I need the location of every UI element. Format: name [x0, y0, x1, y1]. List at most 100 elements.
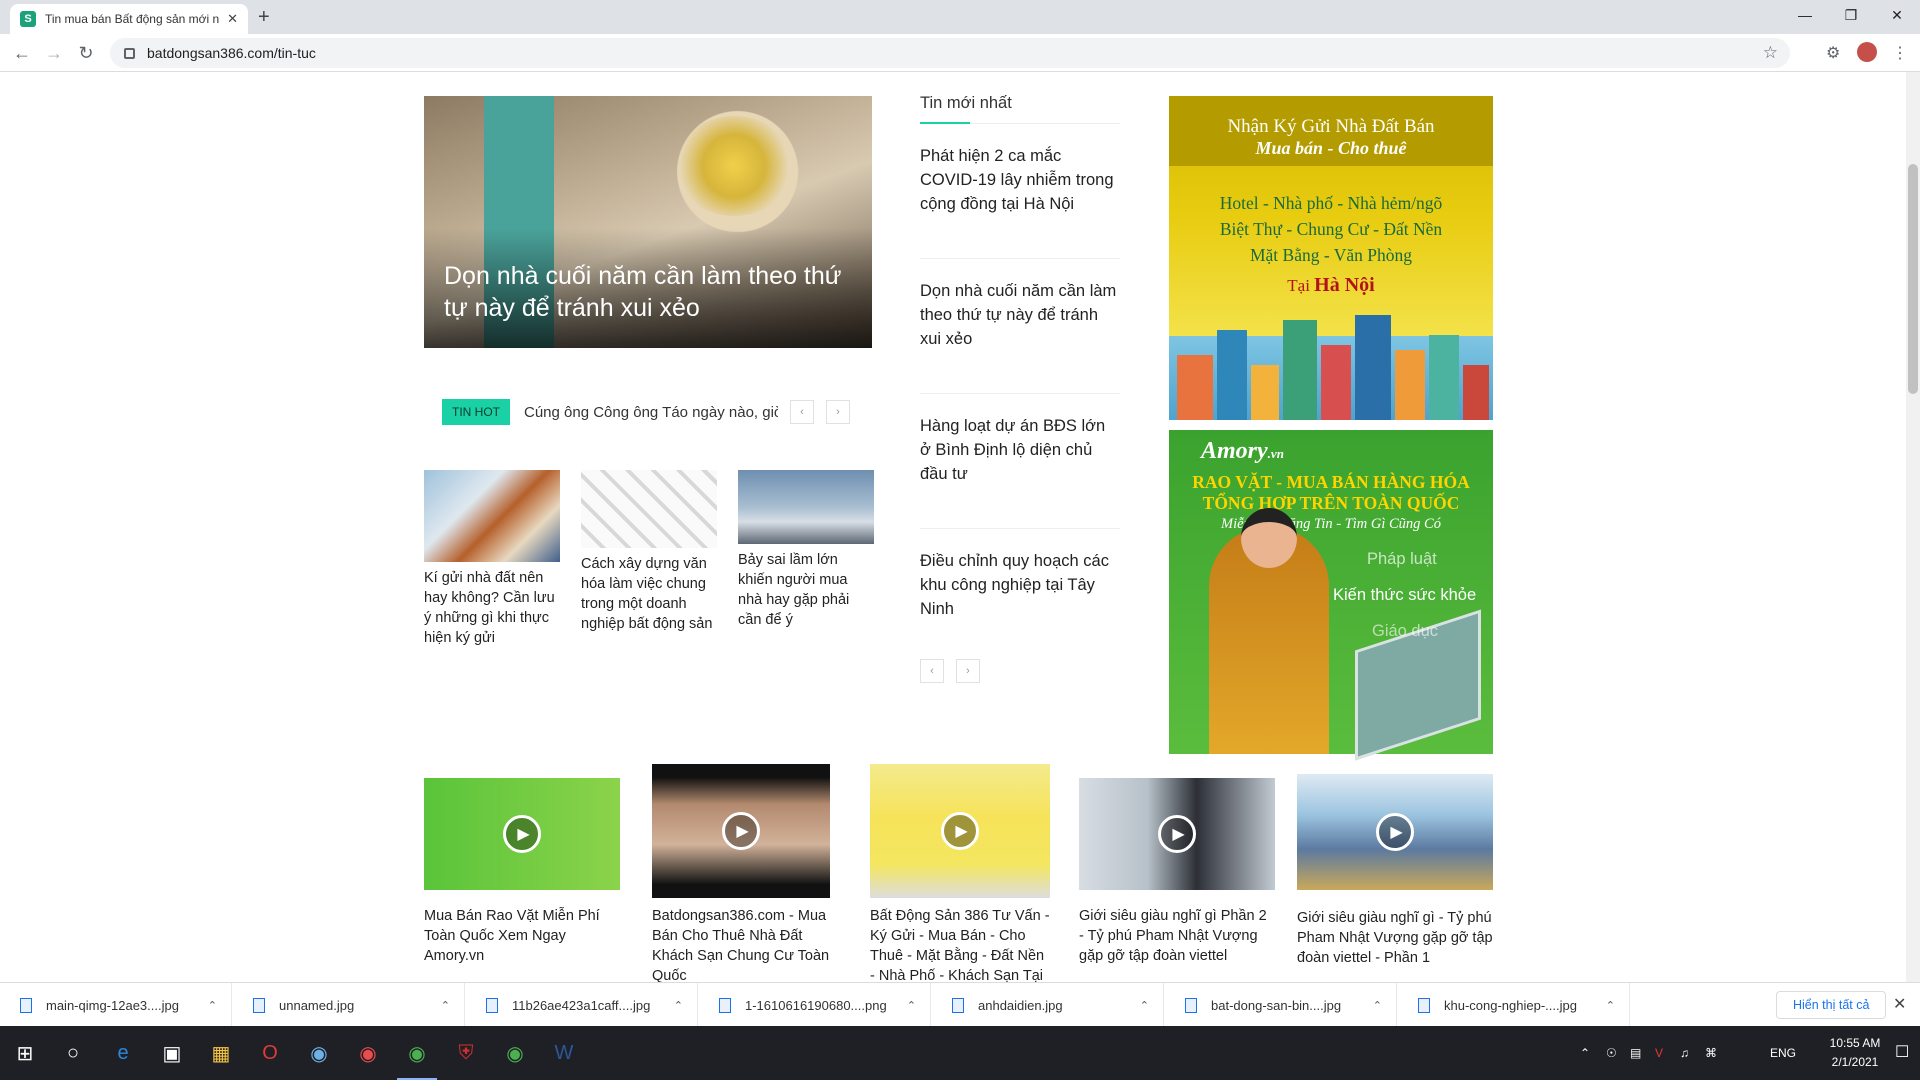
- chrome-profile-icon[interactable]: ◉: [500, 1038, 530, 1068]
- scrollbar-thumb[interactable]: [1908, 164, 1918, 394]
- camera-app-icon[interactable]: ◉: [304, 1038, 334, 1068]
- download-item[interactable]: bat-dong-san-bin....jpg ⌃: [1165, 983, 1397, 1027]
- video-thumbnail[interactable]: ▶: [870, 764, 1050, 898]
- forward-icon[interactable]: →: [41, 40, 67, 66]
- chevron-up-icon[interactable]: ⌃: [441, 999, 450, 1012]
- article-caption[interactable]: Kí gửi nhà đất nên hay không? Cần lưu ý …: [424, 568, 560, 648]
- close-downloads-icon[interactable]: ✕: [1893, 994, 1906, 1014]
- unikey-tray-icon[interactable]: V: [1655, 1046, 1663, 1060]
- video-caption[interactable]: Bất Động Sản 386 Tư Vấn - Ký Gửi - Mua B…: [870, 906, 1050, 982]
- back-icon[interactable]: ←: [9, 40, 35, 66]
- download-filename[interactable]: bat-dong-san-bin....jpg: [1211, 998, 1373, 1013]
- video-thumbnail[interactable]: ▶: [424, 778, 620, 890]
- address-bar[interactable]: batdongsan386.com/tin-tuc ☆: [110, 38, 1790, 68]
- video-caption[interactable]: Mua Bán Rao Vặt Miễn Phí Toàn Quốc Xem N…: [424, 906, 620, 966]
- ticker-headline[interactable]: Cúng ông Công ông Táo ngày nào, giờ nào …: [524, 404, 778, 421]
- chevron-up-icon[interactable]: ⌃: [1373, 999, 1382, 1012]
- close-window-icon[interactable]: ✕: [1874, 0, 1920, 30]
- network-tray-icon[interactable]: ▤: [1630, 1046, 1641, 1060]
- video-card[interactable]: ▶ Giới siêu giàu nghĩ gì - Tỷ phú Pham N…: [1297, 772, 1493, 968]
- chevron-up-icon[interactable]: ⌃: [208, 999, 217, 1012]
- article-thumbnail[interactable]: [424, 470, 560, 562]
- video-thumbnail[interactable]: ▶: [1079, 778, 1275, 890]
- page-scrollbar[interactable]: [1906, 72, 1920, 982]
- play-icon[interactable]: ▶: [1158, 815, 1196, 853]
- new-tab-button[interactable]: +: [258, 6, 270, 29]
- restore-icon[interactable]: ❐: [1828, 0, 1874, 30]
- article-thumbnail[interactable]: [738, 470, 874, 544]
- download-filename[interactable]: unnamed.jpg: [279, 998, 441, 1013]
- show-all-downloads-button[interactable]: Hiển thị tất cả: [1776, 991, 1887, 1019]
- article-caption[interactable]: Cách xây dựng văn hóa làm việc chung tro…: [581, 554, 717, 634]
- url-text[interactable]: batdongsan386.com/tin-tuc: [147, 45, 316, 61]
- featured-article[interactable]: Dọn nhà cuối năm cần làm theo thứ tự này…: [424, 96, 872, 348]
- chevron-up-icon[interactable]: ⌃: [674, 999, 683, 1012]
- chevron-up-icon[interactable]: ⌃: [1140, 999, 1149, 1012]
- download-filename[interactable]: khu-cong-nghiep-....jpg: [1444, 998, 1606, 1013]
- video-card[interactable]: ▶ Mua Bán Rao Vặt Miễn Phí Toàn Quốc Xem…: [424, 772, 620, 966]
- download-filename[interactable]: main-qimg-12ae3....jpg: [46, 998, 208, 1013]
- chevron-up-icon[interactable]: ⌃: [907, 999, 916, 1012]
- play-icon[interactable]: ▶: [503, 815, 541, 853]
- search-icon[interactable]: ○: [58, 1038, 88, 1068]
- edge-icon[interactable]: e: [108, 1038, 138, 1068]
- video-caption[interactable]: Giới siêu giàu nghĩ gì Phần 2 - Tỷ phú P…: [1079, 906, 1275, 966]
- security-tray-icon[interactable]: ☉: [1606, 1046, 1617, 1060]
- latest-prev-button[interactable]: ‹: [920, 659, 944, 683]
- latest-next-button[interactable]: ›: [956, 659, 980, 683]
- video-card[interactable]: ▶ Batdongsan386.com - Mua Bán Cho Thuê N…: [652, 764, 830, 982]
- antivirus-icon[interactable]: ⛨: [451, 1038, 481, 1068]
- reload-icon[interactable]: ↻: [73, 40, 99, 66]
- menu-icon[interactable]: ⋮: [1892, 43, 1908, 63]
- video-card[interactable]: ▶ Bất Động Sản 386 Tư Vấn - Ký Gửi - Mua…: [870, 764, 1050, 982]
- notification-icon[interactable]: ☐: [1895, 1042, 1909, 1062]
- lock-icon[interactable]: [124, 47, 135, 59]
- opera-icon[interactable]: O: [255, 1038, 285, 1068]
- latest-item[interactable]: Hàng loạt dự án BĐS lớn ở Bình Định lộ d…: [920, 394, 1120, 529]
- bookmark-star-icon[interactable]: ☆: [1763, 43, 1778, 63]
- volume-icon[interactable]: ♫: [1680, 1046, 1689, 1060]
- download-filename[interactable]: 1-1610616190680....png: [745, 998, 907, 1013]
- store-icon[interactable]: ▣: [157, 1038, 187, 1068]
- ticker-prev-button[interactable]: ‹: [790, 400, 814, 424]
- wifi-icon[interactable]: ⌘: [1705, 1046, 1717, 1060]
- featured-title[interactable]: Dọn nhà cuối năm cần làm theo thứ tự này…: [444, 260, 864, 324]
- play-icon[interactable]: ▶: [941, 812, 979, 850]
- language-indicator[interactable]: ENG: [1770, 1046, 1796, 1060]
- play-icon[interactable]: ▶: [1376, 813, 1414, 851]
- amory-ad-banner[interactable]: Amory.vn RAO VẶT - MUA BÁN HÀNG HÓA TỔNG…: [1169, 430, 1493, 761]
- download-item[interactable]: 1-1610616190680....png ⌃: [699, 983, 931, 1027]
- video-thumbnail[interactable]: ▶: [1297, 774, 1493, 890]
- windows-start-icon[interactable]: ⊞: [10, 1038, 40, 1068]
- video-card[interactable]: ▶ Giới siêu giàu nghĩ gì Phần 2 - Tỷ phú…: [1079, 772, 1275, 966]
- video-thumbnail[interactable]: ▶: [652, 764, 830, 898]
- tray-chevron-icon[interactable]: ⌃: [1580, 1046, 1590, 1060]
- video-caption[interactable]: Giới siêu giàu nghĩ gì - Tỷ phú Pham Nhậ…: [1297, 908, 1493, 968]
- latest-item[interactable]: Dọn nhà cuối năm cần làm theo thứ tự này…: [920, 259, 1120, 394]
- chat-app-icon[interactable]: ◉: [353, 1038, 383, 1068]
- profile-avatar[interactable]: [1857, 42, 1877, 62]
- chrome-icon[interactable]: ◉: [402, 1038, 432, 1068]
- download-item[interactable]: main-qimg-12ae3....jpg ⌃: [0, 983, 232, 1027]
- latest-item[interactable]: Điều chỉnh quy hoạch các khu công nghiệp…: [920, 529, 1120, 641]
- download-item[interactable]: anhdaidien.jpg ⌃: [932, 983, 1164, 1027]
- download-item[interactable]: khu-cong-nghiep-....jpg ⌃: [1398, 983, 1630, 1027]
- mini-article[interactable]: Kí gửi nhà đất nên hay không? Cần lưu ý …: [424, 470, 560, 648]
- word-icon[interactable]: W: [549, 1038, 579, 1068]
- download-item[interactable]: 11b26ae423a1caff....jpg ⌃: [466, 983, 698, 1027]
- download-filename[interactable]: 11b26ae423a1caff....jpg: [512, 998, 674, 1013]
- play-icon[interactable]: ▶: [722, 812, 760, 850]
- extensions-icon[interactable]: ⚙: [1826, 43, 1840, 63]
- consignment-ad-banner[interactable]: Nhận Ký Gửi Nhà Đất Bán Mua bán - Cho th…: [1169, 96, 1493, 420]
- browser-tab[interactable]: S Tin mua bán Bất động sản mới nhất ✕: [10, 4, 248, 34]
- download-filename[interactable]: anhdaidien.jpg: [978, 998, 1140, 1013]
- file-explorer-icon[interactable]: ▦: [206, 1038, 236, 1068]
- latest-item[interactable]: Phát hiện 2 ca mắc COVID-19 lây nhiễm tr…: [920, 124, 1120, 259]
- ticker-next-button[interactable]: ›: [826, 400, 850, 424]
- minimize-icon[interactable]: —: [1782, 0, 1828, 30]
- article-caption[interactable]: Bảy sai lầm lớn khiến người mua nhà hay …: [738, 550, 874, 630]
- video-caption[interactable]: Batdongsan386.com - Mua Bán Cho Thuê Nhà…: [652, 906, 830, 982]
- chevron-up-icon[interactable]: ⌃: [1606, 999, 1615, 1012]
- system-clock[interactable]: 10:55 AM 2/1/2021: [1822, 1034, 1888, 1072]
- mini-article[interactable]: Cách xây dựng văn hóa làm việc chung tro…: [581, 470, 717, 634]
